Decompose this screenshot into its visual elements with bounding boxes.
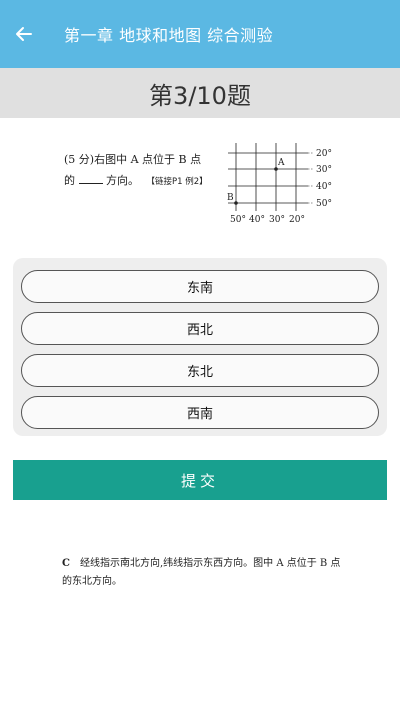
question-content: (5 分)右图中 A 点位于 B 点 的 方向。 【链接P1 例2】 A B 2… bbox=[60, 135, 346, 227]
option-d[interactable]: 西南 bbox=[21, 396, 379, 429]
option-a[interactable]: 东南 bbox=[21, 270, 379, 303]
point-b-marker bbox=[234, 201, 238, 205]
question-score: (5 分) bbox=[64, 153, 95, 166]
lat-label: 50° bbox=[316, 199, 332, 209]
lon-label: 30° bbox=[269, 215, 285, 225]
option-c[interactable]: 东北 bbox=[21, 354, 379, 387]
page-title: 第一章 地球和地图 综合测验 bbox=[64, 26, 274, 45]
question-text-line2-after: 方向。 bbox=[106, 174, 139, 187]
submit-button[interactable]: 提交 bbox=[13, 460, 387, 500]
answer-options: 东南 西北 东北 西南 bbox=[13, 258, 387, 436]
lat-label: 40° bbox=[316, 182, 332, 192]
lat-label: 20° bbox=[316, 149, 332, 159]
question-text: (5 分)右图中 A 点位于 B 点 的 方向。 【链接P1 例2】 bbox=[64, 149, 224, 193]
lon-label: 40° bbox=[249, 215, 265, 225]
question-counter-bar: 第3/10题 bbox=[0, 68, 400, 118]
back-button[interactable] bbox=[2, 12, 46, 56]
question-text-line1: 右图中 A 点位于 B 点 bbox=[94, 153, 202, 166]
question-counter: 第3/10题 bbox=[149, 81, 251, 110]
lon-label: 50° bbox=[230, 215, 246, 225]
arrow-left-icon bbox=[16, 27, 32, 41]
question-text-line2-before: 的 bbox=[64, 174, 75, 187]
lat-label: 30° bbox=[316, 165, 332, 175]
correct-answer: C bbox=[62, 558, 70, 569]
analysis-text: 经线指示南北方向,纬线指示东西方向。图中 A 点位于 B 点的东北方向。 bbox=[62, 558, 341, 587]
app-bar: 第一章 地球和地图 综合测验 bbox=[0, 0, 400, 68]
lat-lon-grid-figure: A B 20° 30° 40° 50° 50° 40° 30° 20° bbox=[227, 143, 332, 225]
point-b-label: B bbox=[227, 193, 234, 203]
answer-blank bbox=[78, 172, 103, 184]
reference-link: 【链接P1 例2】 bbox=[146, 177, 208, 187]
lon-label: 20° bbox=[289, 215, 305, 225]
answer-analysis: C 经线指示南北方向,纬线指示东西方向。图中 A 点位于 B 点的东北方向。 bbox=[56, 552, 344, 592]
option-b[interactable]: 西北 bbox=[21, 312, 379, 345]
point-a-label: A bbox=[277, 158, 285, 168]
